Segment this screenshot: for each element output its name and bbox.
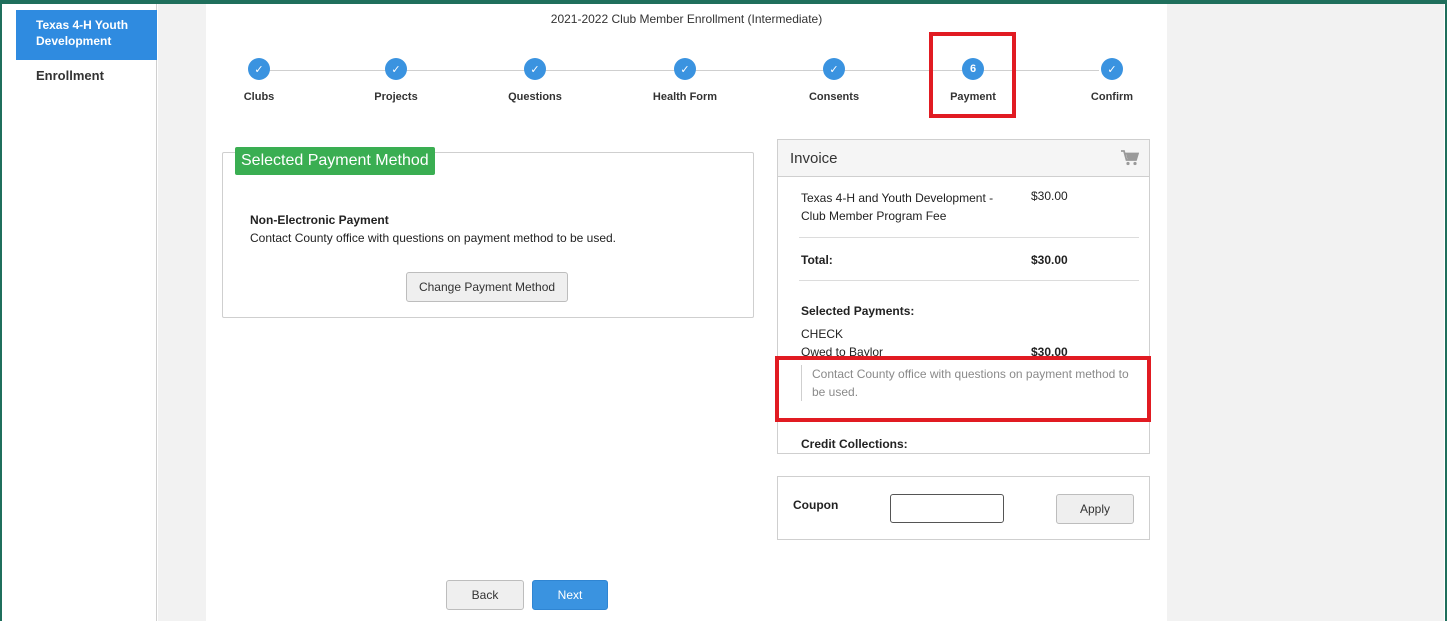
divider	[799, 280, 1139, 281]
page-title: 2021-2022 Club Member Enrollment (Interm…	[550, 12, 823, 26]
check-icon: ✓	[674, 58, 696, 80]
coupon-panel: Coupon Apply	[777, 476, 1150, 540]
check-icon: ✓	[823, 58, 845, 80]
invoice-header: Invoice	[778, 140, 1149, 177]
step-label: Consents	[808, 91, 860, 103]
shopping-cart-icon	[1121, 150, 1139, 166]
invoice-title: Invoice	[790, 149, 838, 167]
credit-collections-label: Credit Collections:	[801, 437, 908, 451]
payment-method-description: Contact County office with questions on …	[250, 231, 616, 245]
sidebar-item-texas-4h[interactable]: Texas 4-H Youth Development	[16, 10, 157, 60]
page-gutter-right	[1167, 4, 1444, 621]
apply-coupon-button[interactable]: Apply	[1056, 494, 1134, 524]
invoice-total-label: Total:	[801, 253, 833, 267]
step-consents[interactable]: ✓ Consents	[784, 58, 884, 103]
coupon-input[interactable]	[890, 494, 1004, 523]
step-clubs[interactable]: ✓ Clubs	[209, 58, 309, 103]
next-button[interactable]: Next	[532, 580, 608, 610]
back-button[interactable]: Back	[446, 580, 524, 610]
step-label: Questions	[508, 91, 562, 103]
check-icon: ✓	[385, 58, 407, 80]
step-confirm[interactable]: ✓ Confirm	[1062, 58, 1162, 103]
payment-method-header: Selected Payment Method	[235, 147, 435, 175]
divider	[799, 237, 1139, 238]
step-questions[interactable]: ✓ Questions	[485, 58, 585, 103]
main-content: 2021-2022 Club Member Enrollment (Interm…	[206, 4, 1167, 621]
step-health-form[interactable]: ✓ Health Form	[635, 58, 735, 103]
payment-method-title: Non-Electronic Payment	[250, 213, 389, 227]
check-icon: ✓	[1101, 58, 1123, 80]
step-label: Health Form	[652, 91, 718, 103]
invoice-line-description: Texas 4-H and Youth Development - Club M…	[801, 191, 994, 223]
check-icon: ✓	[524, 58, 546, 80]
check-icon: ✓	[248, 58, 270, 80]
invoice-line-amount: $30.00	[1031, 189, 1068, 203]
coupon-label: Coupon	[793, 498, 839, 512]
selected-payments-label: Selected Payments:	[801, 304, 915, 318]
invoice-total-amount: $30.00	[1031, 253, 1068, 267]
payment-method-card: Selected Payment Method Non-Electronic P…	[222, 147, 754, 318]
sidebar-item-enrollment[interactable]: Enrollment	[36, 68, 104, 83]
payment-type: CHECK	[801, 327, 844, 341]
step-label: Clubs	[243, 91, 275, 103]
step-projects[interactable]: ✓ Projects	[346, 58, 446, 103]
page-gutter-left	[158, 4, 206, 621]
step-label: Confirm	[1090, 91, 1134, 103]
highlight-box-payment-note	[775, 356, 1151, 422]
change-payment-method-button[interactable]: Change Payment Method	[406, 272, 568, 302]
highlight-box-payment-step	[929, 32, 1016, 118]
sidebar: Texas 4-H Youth Development Enrollment	[2, 4, 157, 621]
step-label: Projects	[374, 91, 418, 103]
